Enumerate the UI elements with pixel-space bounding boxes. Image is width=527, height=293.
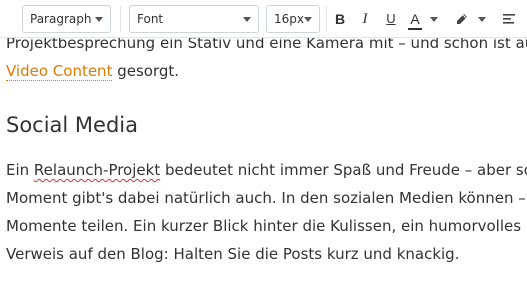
misspelled-word[interactable]: Relaunch-Projekt [34,161,160,179]
video-line-rest: gesorgt. [112,62,180,80]
editor-toolbar: Paragraph Font 16px B I U A [0,0,527,38]
chevron-down-icon [95,17,103,22]
paragraph-text: Ein [6,161,34,179]
paragraph-format-select[interactable]: Paragraph [22,5,111,33]
chevron-down-icon [304,17,312,22]
bold-button[interactable]: B [334,9,346,29]
font-family-select[interactable]: Font [129,5,259,33]
paragraph-text: bedeutet nicht immer Spaß und Freude – a… [160,161,527,179]
font-size-value: 16px [274,12,304,26]
toolbar-divider [120,6,121,32]
paragraph-line-2: Moment gibt's dabei natürlich auch. In d… [6,189,527,207]
video-line: Video Content gesorgt. [6,62,180,81]
font-family-value: Font [137,12,164,26]
text-color-button[interactable]: A [408,9,422,29]
chevron-down-icon[interactable] [478,17,486,22]
underline-button[interactable]: U [384,9,398,29]
video-content-link[interactable]: Video Content [6,62,113,81]
chevron-down-icon[interactable] [430,17,438,22]
paragraph-line-3: Momente teilen. Ein kurzer Blick hinter … [6,217,527,235]
align-icon[interactable] [502,12,516,26]
font-size-select[interactable]: 16px [266,5,320,33]
text-color-swatch [408,28,422,30]
paragraph-format-value: Paragraph [30,12,92,26]
highlight-icon[interactable] [454,11,470,27]
paragraph-line-4: Verweis auf den Blog: Halten Sie die Pos… [6,245,460,263]
chevron-down-icon [243,17,251,22]
paragraph-line-1: Ein Relaunch-Projekt bedeutet nicht imme… [6,156,527,184]
italic-button[interactable]: I [359,9,371,29]
toolbar-divider [326,6,327,32]
section-heading: Social Media [6,113,139,137]
